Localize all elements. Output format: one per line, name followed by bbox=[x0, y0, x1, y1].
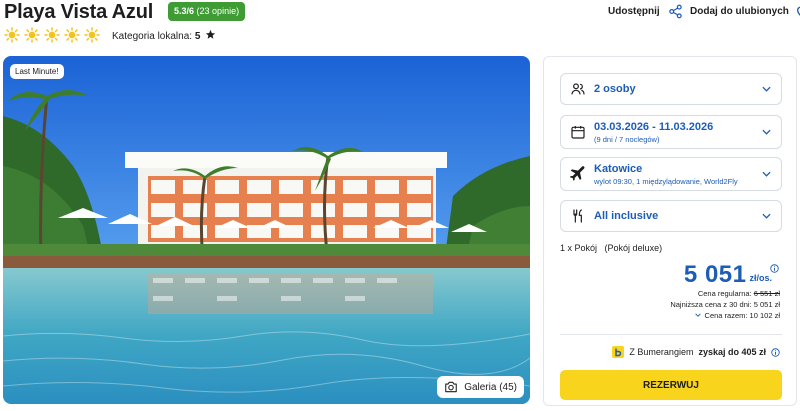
category-label: Kategoria lokalna: bbox=[112, 31, 193, 42]
departure-city: Katowice bbox=[594, 163, 643, 175]
sun-rating bbox=[4, 27, 100, 43]
total-price: Cena razem: 10 102 zł bbox=[704, 311, 780, 320]
rating-count: (23 opinie) bbox=[196, 6, 240, 16]
hotel-photo-image bbox=[3, 56, 530, 404]
sun-icon bbox=[44, 27, 60, 43]
dates-value: 03.03.2026 - 11.03.2026 bbox=[594, 121, 714, 133]
calendar-icon bbox=[571, 126, 585, 139]
rating-badge[interactable]: 5.3/6 (23 opinie) bbox=[168, 2, 246, 21]
sun-icon bbox=[4, 27, 20, 43]
chevron-down-icon bbox=[762, 171, 771, 177]
share-button[interactable]: Udostępnij bbox=[608, 4, 683, 19]
regular-price: Cena regularna: 6 551 zł bbox=[698, 289, 780, 298]
favorite-label: Dodaj do ulubionych bbox=[690, 6, 789, 17]
gallery-label: Galeria (45) bbox=[464, 381, 517, 393]
guests-value: 2 osoby bbox=[594, 83, 636, 95]
regular-price-value: 6 551 zł bbox=[753, 289, 780, 298]
people-icon bbox=[571, 83, 585, 95]
gallery-button[interactable]: Galeria (45) bbox=[437, 376, 524, 398]
total-price-toggle[interactable]: Cena razem: 10 102 zł bbox=[694, 311, 780, 320]
share-icon bbox=[668, 4, 682, 19]
dates-duration: (9 dni / 7 noclegów) bbox=[594, 135, 660, 144]
booking-panel: 2 osoby 03.03.2026 - 11.03.2026 (9 dni /… bbox=[543, 56, 797, 406]
cutlery-icon bbox=[573, 209, 582, 223]
price-block: 5 051 zł/os. bbox=[684, 262, 772, 288]
info-icon[interactable] bbox=[771, 347, 780, 357]
category-value: 5 bbox=[194, 31, 201, 42]
sun-icon bbox=[64, 27, 80, 43]
chevron-down-icon bbox=[762, 213, 771, 219]
local-category: Kategoria lokalna: 5 bbox=[112, 29, 216, 42]
bumerang-logo-icon bbox=[612, 346, 625, 358]
hotel-photo[interactable]: Last Minute! Galeria (45) bbox=[3, 56, 530, 404]
room-quantity: 1 x Pokój bbox=[560, 243, 598, 253]
sun-icon bbox=[84, 27, 100, 43]
regular-price-label: Cena regularna: bbox=[697, 289, 752, 298]
price-value: 5 051 bbox=[683, 261, 747, 288]
board-select[interactable]: All inclusive bbox=[560, 200, 782, 232]
plane-icon bbox=[570, 166, 585, 181]
room-type: (Pokój deluxe) bbox=[604, 243, 663, 253]
add-to-favorites-button[interactable]: Dodaj do ulubionych bbox=[690, 4, 800, 19]
chevron-down-icon bbox=[762, 86, 771, 92]
dates-select[interactable]: 03.03.2026 - 11.03.2026 (9 dni / 7 nocle… bbox=[560, 115, 782, 149]
lowest-price-30-days: Najniższa cena z 30 dni: 5 051 zł bbox=[670, 300, 780, 309]
last-minute-badge: Last Minute! bbox=[10, 64, 64, 79]
star-icon bbox=[206, 29, 216, 39]
sun-icon bbox=[24, 27, 40, 43]
reserve-button[interactable]: REZERWUJ bbox=[560, 370, 782, 400]
hotel-header: Playa Vista Azul 5.3/6 (23 opinie) Kateg… bbox=[0, 0, 800, 50]
price-unit: zł/os. bbox=[749, 273, 772, 283]
board-value: All inclusive bbox=[594, 210, 659, 222]
flight-select[interactable]: Katowice wylot 09:30, 1 międzylądowanie,… bbox=[560, 157, 782, 191]
bumerang-gain: zyskaj do 405 zł bbox=[698, 347, 766, 357]
room-info: 1 x Pokój (Pokój deluxe) bbox=[560, 243, 662, 253]
guests-select[interactable]: 2 osoby bbox=[560, 73, 782, 105]
bumerang-offer: Z Bumerangiem zyskaj do 405 zł bbox=[612, 346, 780, 358]
share-label: Udostępnij bbox=[608, 6, 660, 17]
bumerang-prefix: Z Bumerangiem bbox=[629, 347, 694, 357]
chevron-down-icon bbox=[694, 313, 701, 317]
rating-score: 5.3/6 bbox=[174, 6, 195, 16]
heart-icon bbox=[796, 6, 800, 16]
chevron-down-icon bbox=[762, 129, 771, 135]
hotel-title: Playa Vista Azul bbox=[4, 1, 154, 23]
flight-details: wylot 09:30, 1 międzylądowanie, World2Fl… bbox=[594, 177, 738, 186]
camera-icon bbox=[445, 381, 457, 393]
divider bbox=[560, 334, 782, 335]
